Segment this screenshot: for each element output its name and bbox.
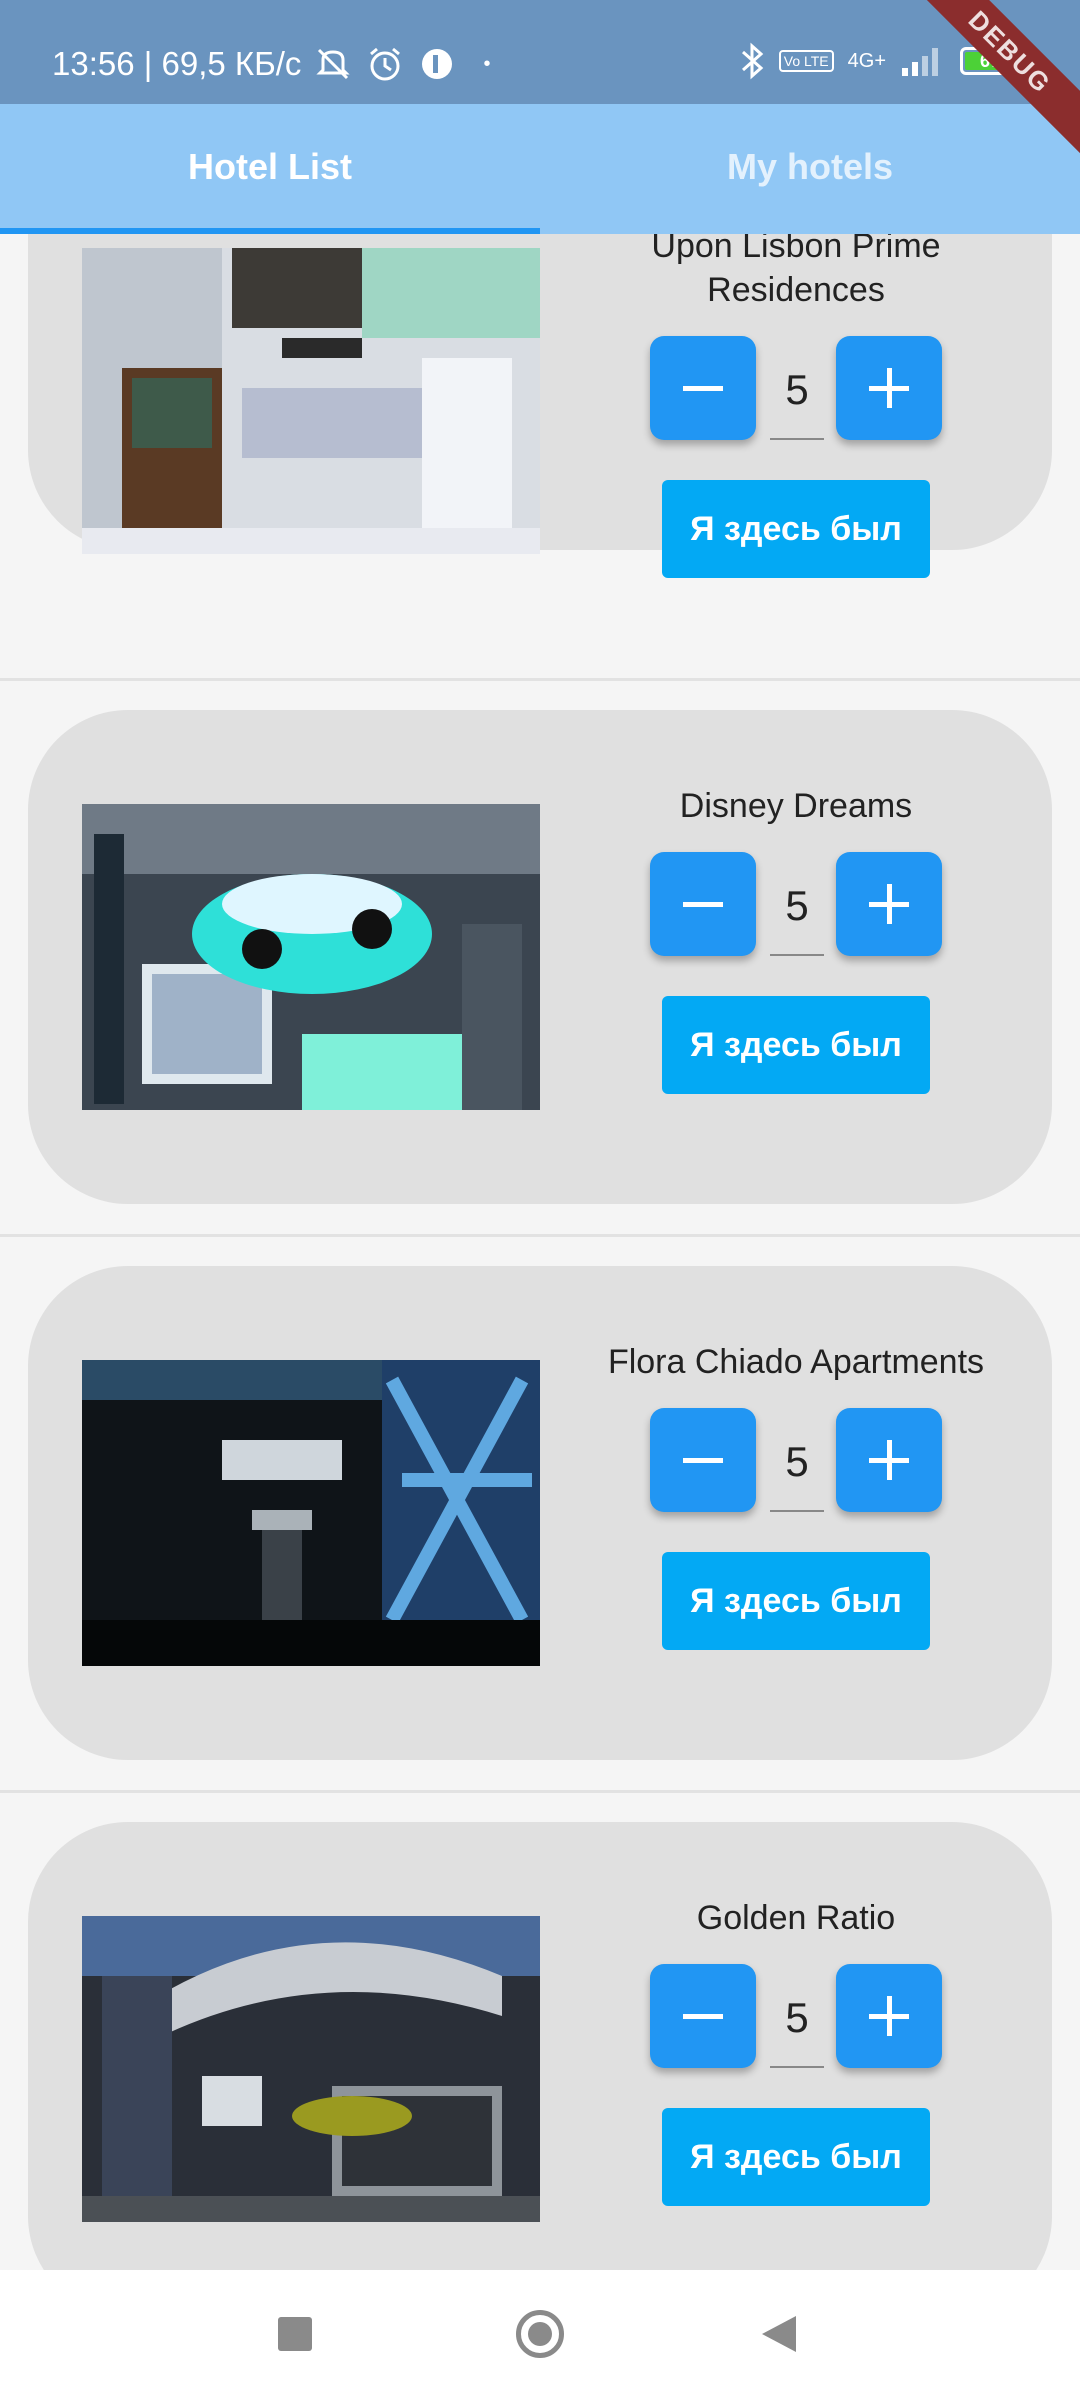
increment-button[interactable] xyxy=(836,1964,942,2068)
hotel-image xyxy=(82,1916,540,2222)
hotel-name: Golden Ratio xyxy=(696,1899,896,1937)
minus-icon xyxy=(683,386,723,391)
quantity-stepper: 5 xyxy=(650,852,942,956)
bluetooth-icon xyxy=(741,42,764,80)
count-value: 5 xyxy=(785,1438,809,1485)
tab-my-hotels[interactable]: My hotels xyxy=(540,104,1080,234)
mute-icon xyxy=(316,48,351,80)
hotel-info: Disney Dreams 5 Я здесь был xyxy=(568,784,1024,1094)
quantity-stepper: 5 xyxy=(650,1964,942,2068)
signal-icon xyxy=(902,48,938,76)
quantity-stepper: 5 xyxy=(650,1408,942,1512)
tab-hotel-list[interactable]: Hotel List xyxy=(0,104,540,234)
divider xyxy=(0,678,1080,681)
visited-button[interactable]: Я здесь был xyxy=(662,996,930,1094)
system-nav-bar xyxy=(0,2270,1080,2400)
count-underline xyxy=(770,1510,824,1512)
hotel-card: Flora Chiado Apartments 5 Я здесь был xyxy=(28,1266,1052,1760)
hotel-card: Disney Dreams 5 Я здесь был xyxy=(28,710,1052,1204)
hotel-image xyxy=(82,804,540,1110)
quantity-stepper: 5 xyxy=(650,336,942,440)
divider xyxy=(0,1234,1080,1237)
hotel-info: Flora Chiado Apartments 5 Я здесь был xyxy=(568,1340,1024,1650)
visited-button[interactable]: Я здесь был xyxy=(662,1552,930,1650)
hotel-list[interactable]: Upon Lisbon Prime Residences 5 Я здесь б… xyxy=(0,234,1080,2270)
network-label: 4G+ xyxy=(847,49,886,72)
status-time-speed: 13:56 | 69,5 КБ/с xyxy=(52,45,302,82)
hotel-image xyxy=(82,248,540,554)
visited-button[interactable]: Я здесь был xyxy=(662,480,930,578)
increment-button[interactable] xyxy=(836,1408,942,1512)
decrement-button[interactable] xyxy=(650,1408,756,1512)
count-value: 5 xyxy=(785,366,809,413)
count-value: 5 xyxy=(785,1994,809,2041)
count-underline xyxy=(770,954,824,956)
decrement-button[interactable] xyxy=(650,1964,756,2068)
dot-icon: • xyxy=(483,52,491,75)
hotel-image xyxy=(82,1360,540,1666)
home-button[interactable] xyxy=(516,2310,564,2358)
hotel-name: Disney Dreams xyxy=(679,787,913,825)
divider xyxy=(0,1790,1080,1793)
app-icon xyxy=(422,49,453,79)
tab-indicator xyxy=(0,228,540,234)
count-underline xyxy=(770,438,824,440)
count-value: 5 xyxy=(785,882,809,929)
home-icon xyxy=(528,2322,552,2346)
minus-icon xyxy=(683,1458,723,1463)
hotel-info: Golden Ratio 5 Я здесь был xyxy=(568,1896,1024,2206)
alarm-icon xyxy=(370,47,401,81)
status-bar: 13:56 | 69,5 КБ/с • Vo LTE 4G+ DEBUG xyxy=(0,0,1080,160)
hotel-card: Upon Lisbon Prime Residences 5 Я здесь б… xyxy=(28,234,1052,578)
recent-apps-button[interactable] xyxy=(278,2317,312,2351)
back-button[interactable] xyxy=(762,2316,796,2352)
decrement-button[interactable] xyxy=(650,336,756,440)
minus-icon xyxy=(683,2014,723,2019)
decrement-button[interactable] xyxy=(650,852,756,956)
volte-icon: Vo LTE xyxy=(778,50,834,72)
hotel-card: Golden Ratio 5 Я здесь был xyxy=(28,1822,1052,2270)
hotel-info: Upon Lisbon Prime Residences 5 Я здесь б… xyxy=(568,234,1024,578)
hotel-name: Flora Chiado Apartments xyxy=(607,1343,985,1381)
count-underline xyxy=(770,2066,824,2068)
tab-bar: Hotel List My hotels xyxy=(0,104,1080,234)
increment-button[interactable] xyxy=(836,852,942,956)
minus-icon xyxy=(683,902,723,907)
visited-button[interactable]: Я здесь был xyxy=(662,2108,930,2206)
increment-button[interactable] xyxy=(836,336,942,440)
hotel-name: Upon Lisbon Prime Residences xyxy=(651,234,941,309)
status-left: 13:56 | 69,5 КБ/с • xyxy=(52,44,490,84)
